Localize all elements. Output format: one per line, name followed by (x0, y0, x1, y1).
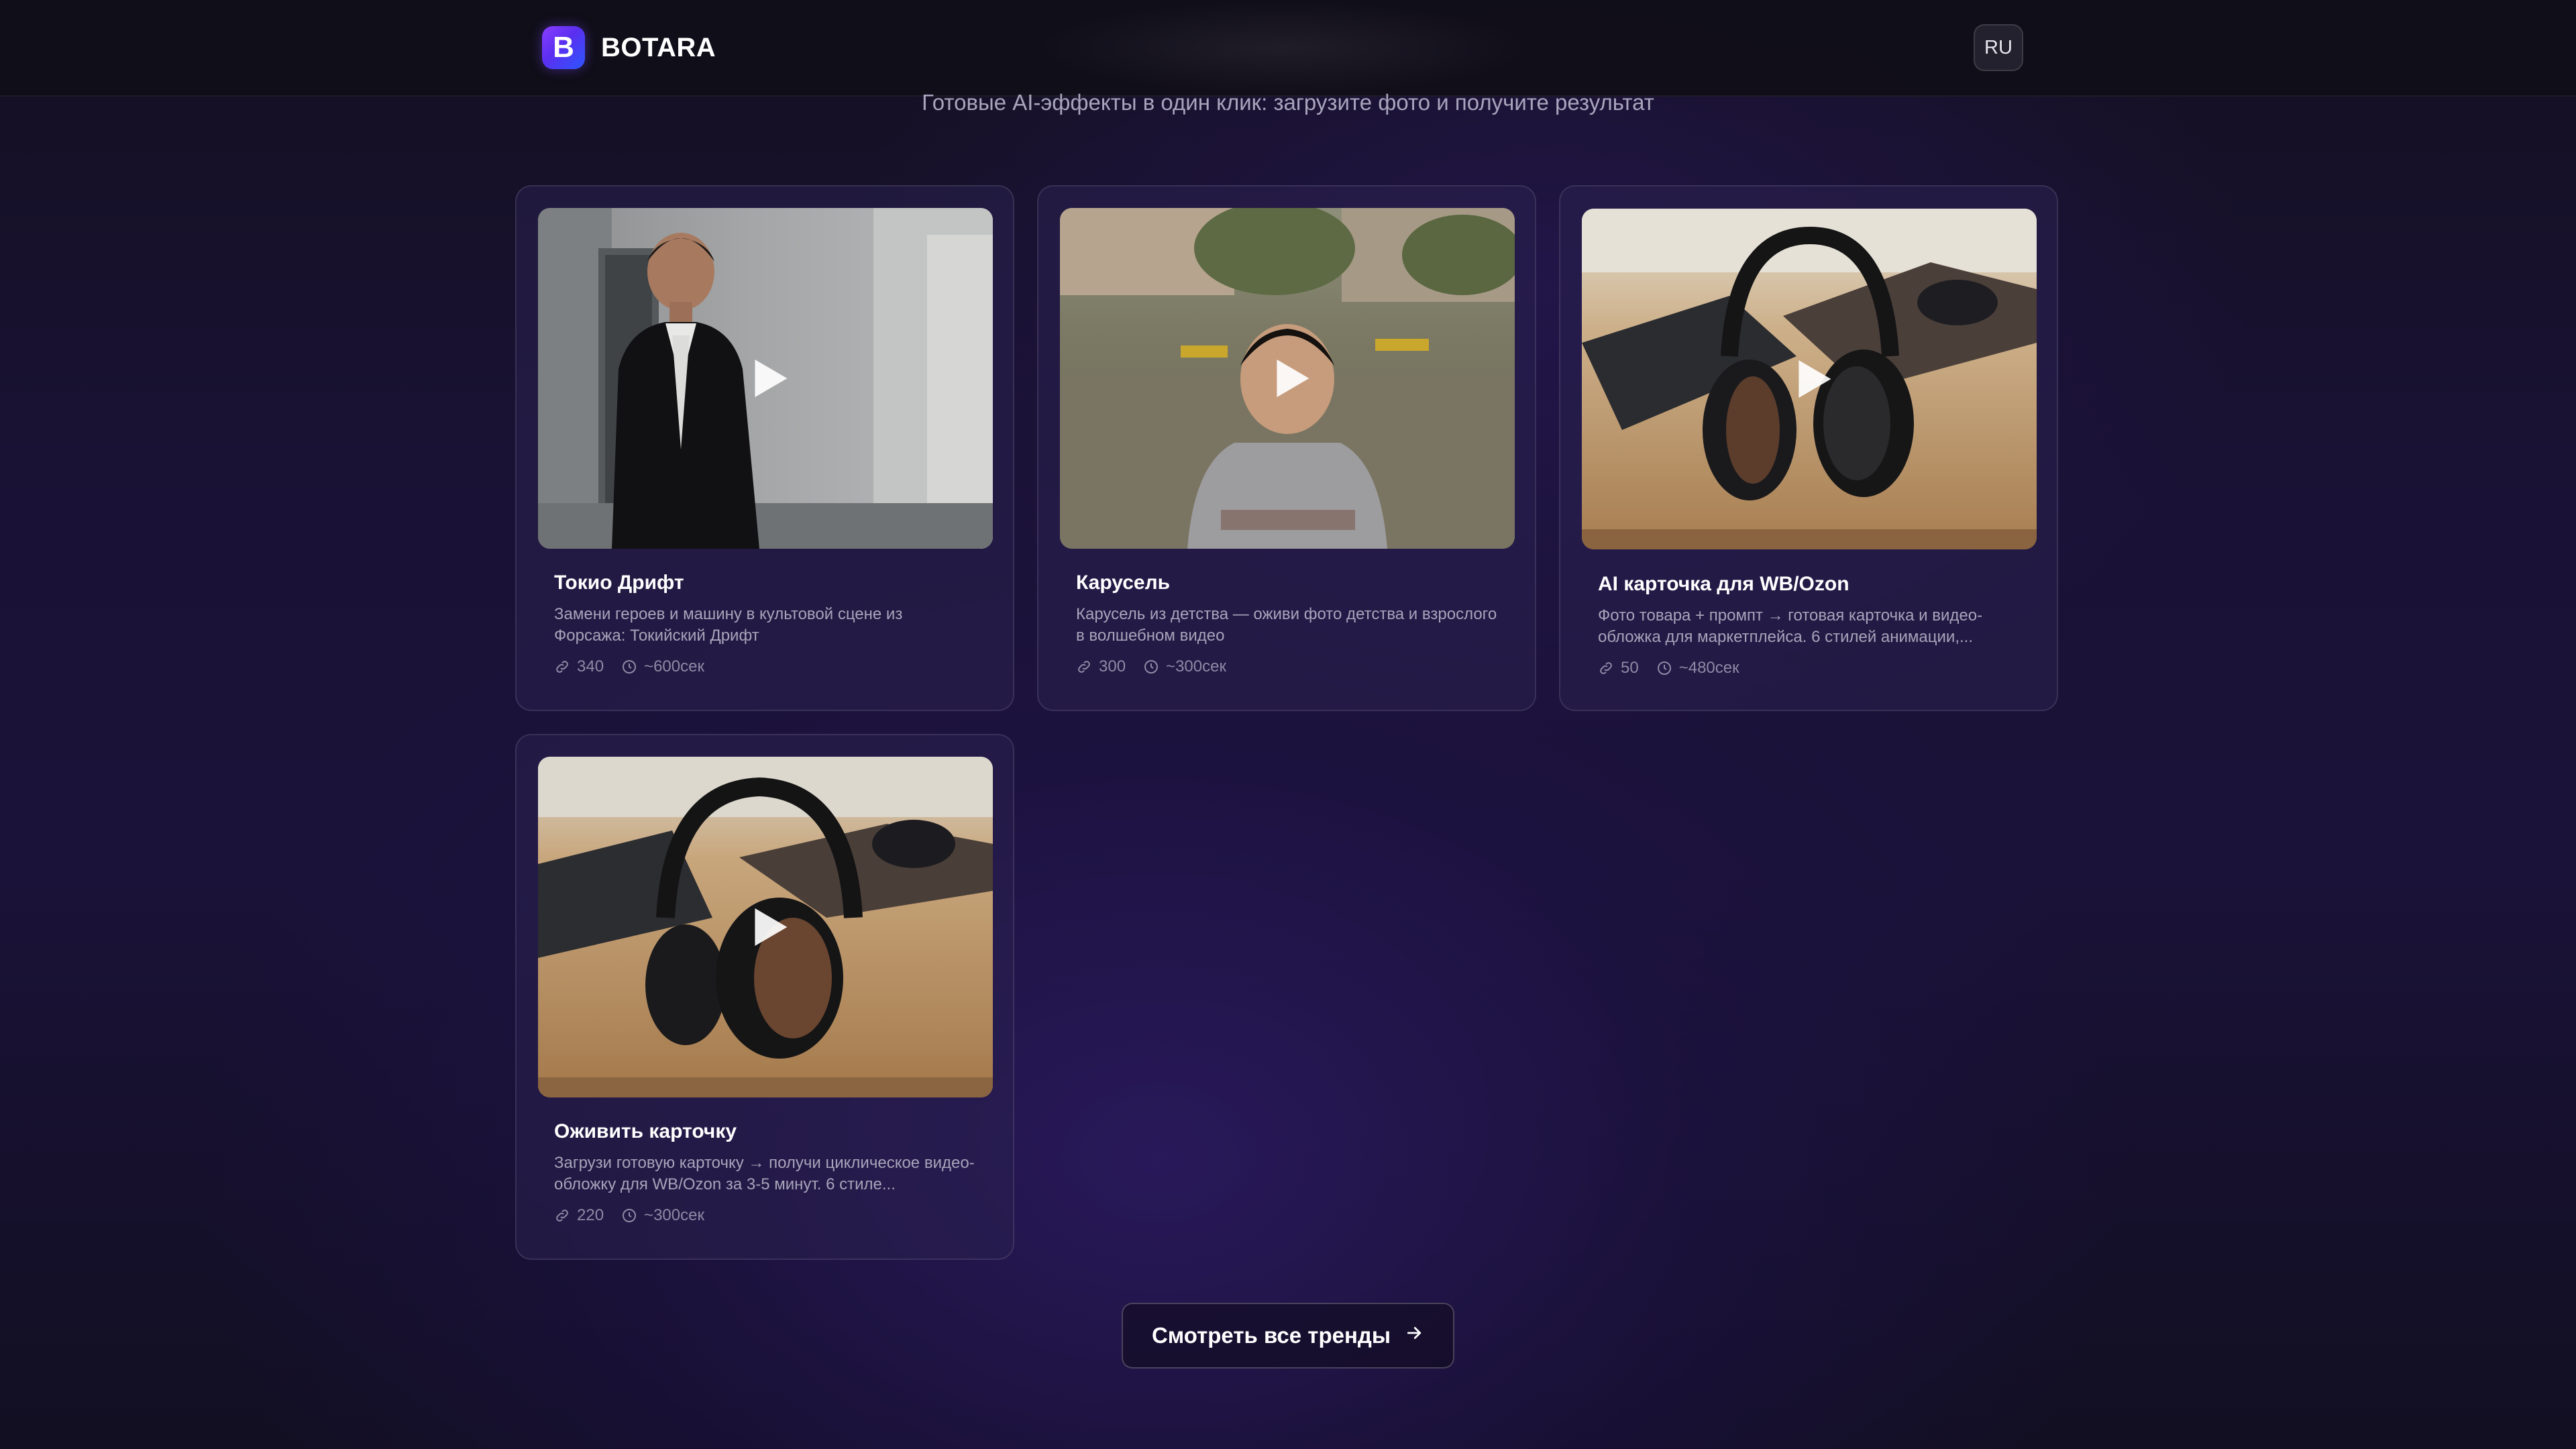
clock-icon (621, 659, 637, 675)
clock-icon (621, 1208, 637, 1224)
trend-card-animate-card[interactable]: Оживить карточку Загрузи готовую карточк… (515, 734, 1014, 1260)
uses-count: 50 (1598, 659, 1639, 678)
card-description: Замени героев и машину в культовой сцене… (554, 605, 903, 645)
uses-value: 300 (1099, 657, 1126, 676)
link-icon (554, 659, 570, 675)
card-meta: 340 ~600сек (554, 657, 722, 676)
brand-link[interactable]: B BOTARA (542, 24, 716, 71)
play-icon[interactable] (1792, 358, 1835, 400)
duration-value: ~600сек (644, 657, 704, 676)
uses-value: 50 (1621, 659, 1639, 677)
card-description: Загрузи готовую карточку → получи циклич… (554, 1154, 975, 1193)
logo-letter: B (553, 31, 574, 64)
clock-icon (1143, 659, 1159, 675)
botara-logo-icon: B (542, 26, 585, 69)
trend-card-ai-product-card[interactable]: AI карточка для WB/Ozon Фото товара + пр… (1559, 185, 2058, 711)
card-title: Токио Дрифт (554, 572, 684, 594)
duration: ~300сек (1143, 657, 1226, 676)
card-description: Фото товара + промпт → готовая карточка … (1598, 606, 1983, 646)
card-title: Оживить карточку (554, 1120, 737, 1142)
language-switch-button[interactable]: RU (1974, 24, 2023, 71)
brand-name: BOTARA (601, 32, 716, 62)
card-meta: 50 ~480сек (1598, 659, 1757, 678)
card-thumbnail[interactable] (538, 757, 993, 1097)
uses-count: 220 (554, 1206, 604, 1225)
card-meta: 220 ~300сек (554, 1206, 722, 1225)
duration-value: ~300сек (1166, 657, 1226, 676)
play-icon[interactable] (748, 906, 791, 949)
header-glow (1033, 0, 1529, 95)
link-icon (554, 1208, 570, 1224)
uses-count: 300 (1076, 657, 1126, 676)
card-description: Карусель из детства — оживи фото детства… (1076, 605, 1497, 645)
uses-value: 340 (577, 657, 604, 676)
card-thumbnail[interactable] (538, 208, 993, 549)
play-icon[interactable] (1270, 357, 1313, 400)
duration: ~480сек (1656, 659, 1739, 678)
uses-value: 220 (577, 1206, 604, 1224)
trend-card-tokyo-drift[interactable]: Токио Дрифт Замени героев и машину в кул… (515, 185, 1014, 711)
duration: ~300сек (621, 1206, 704, 1225)
duration-value: ~300сек (644, 1206, 704, 1224)
duration: ~600сек (621, 657, 704, 676)
trend-card-carousel[interactable]: Карусель Карусель из детства — оживи фот… (1037, 185, 1536, 711)
card-title: Карусель (1076, 572, 1171, 594)
cta-label: Смотреть все тренды (1151, 1323, 1391, 1348)
play-icon[interactable] (748, 357, 791, 400)
card-meta: 300 ~300сек (1076, 657, 1244, 676)
page-subtitle: Готовые AI-эффекты в один клик: загрузит… (922, 90, 1654, 115)
link-icon (1076, 659, 1092, 675)
card-title: AI карточка для WB/Ozon (1598, 573, 1849, 595)
clock-icon (1656, 660, 1672, 676)
arrow-right-icon (1404, 1323, 1424, 1348)
card-thumbnail[interactable] (1582, 209, 2037, 549)
uses-count: 340 (554, 657, 604, 676)
view-all-trends-button[interactable]: Смотреть все тренды (1122, 1303, 1454, 1368)
top-bar: B BOTARA RU (0, 0, 2576, 97)
card-thumbnail[interactable] (1060, 208, 1515, 549)
link-icon (1598, 660, 1614, 676)
duration-value: ~480сек (1678, 659, 1739, 677)
